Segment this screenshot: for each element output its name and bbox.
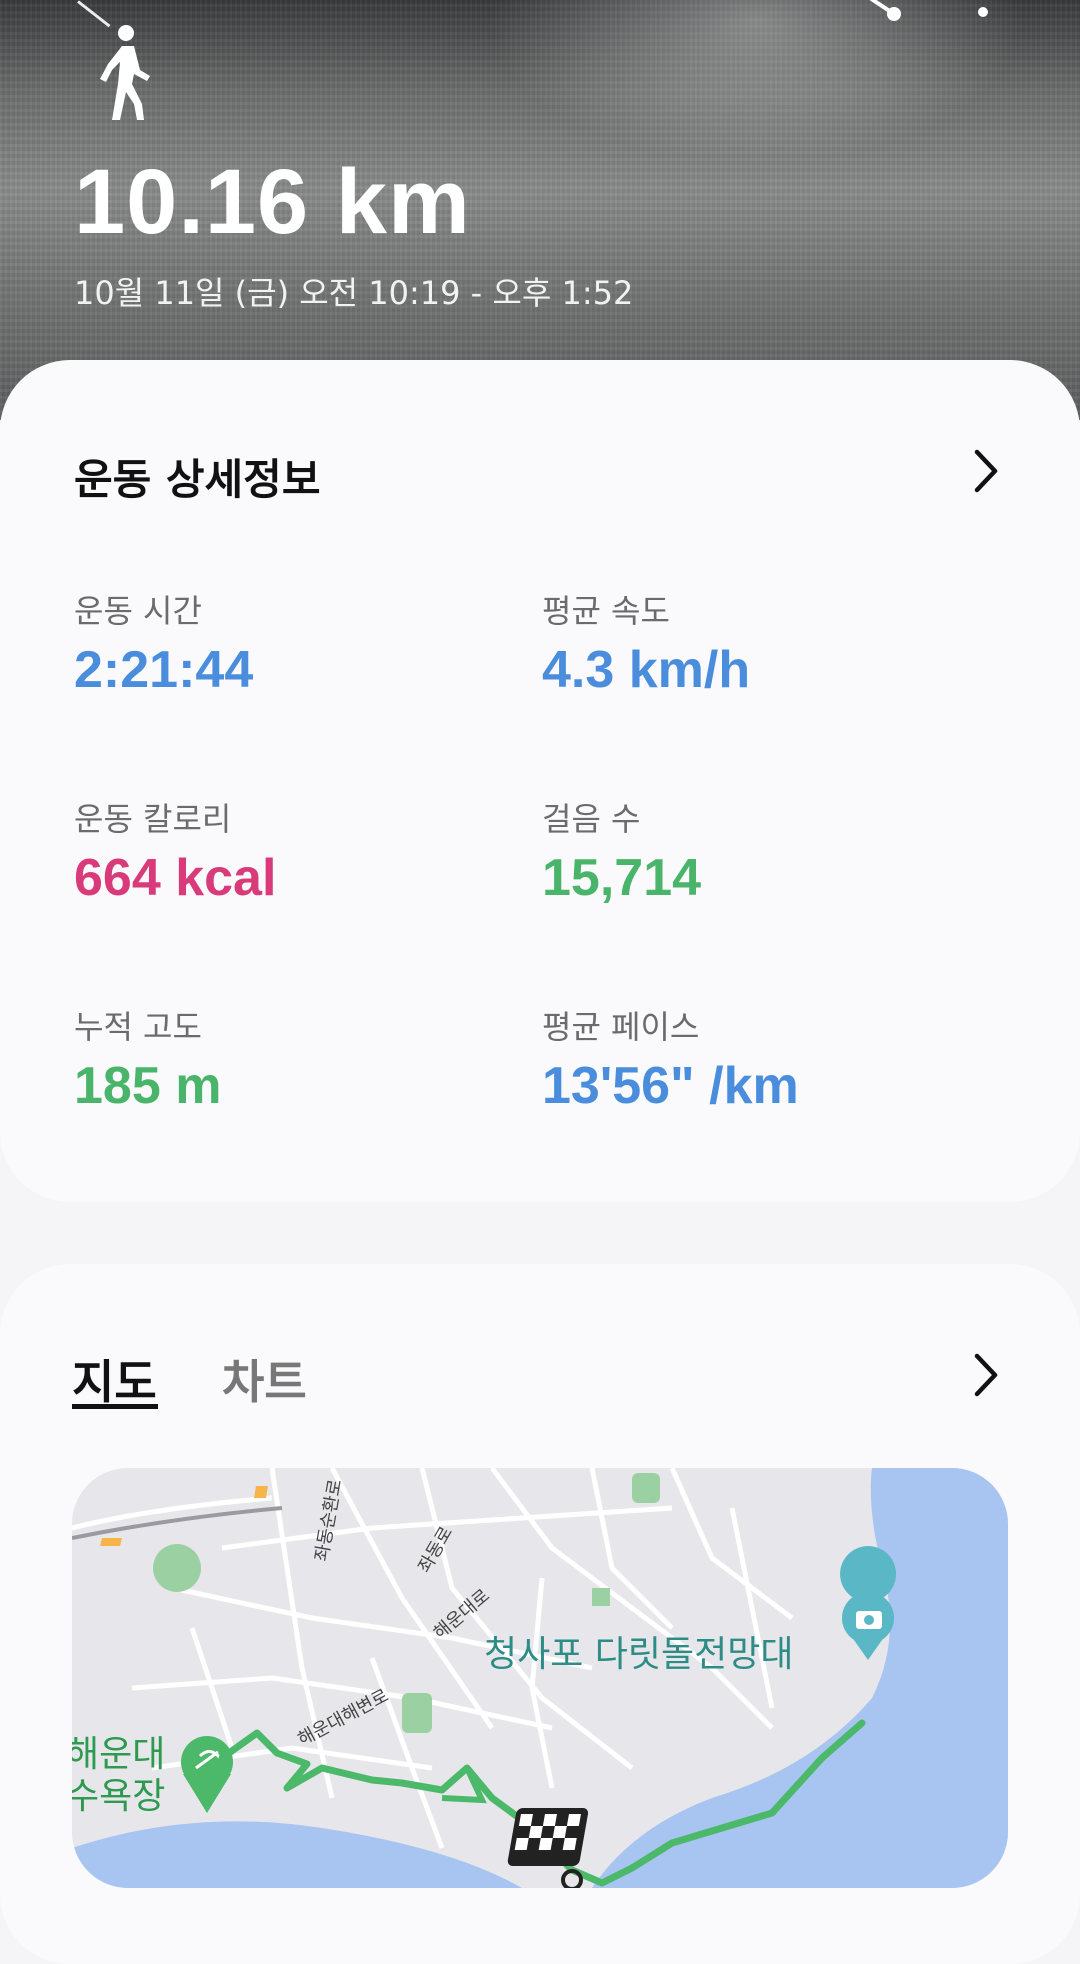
workout-date-range: 10월 11일 (금) 오전 10:19 - 오후 1:52: [74, 274, 634, 312]
stat-value-steps: 15,714: [542, 849, 702, 907]
stat-label-calories: 운동 칼로리: [74, 800, 232, 838]
workout-details-title[interactable]: 운동 상세정보: [74, 446, 320, 507]
stat-label-steps: 걸음 수: [542, 800, 641, 838]
route-map-graphic: 좌동순환로 좌동로 해운대로 해운대해변로 청사포 다릿돌전망대 해운대 수욕장: [72, 1468, 1008, 1888]
stat-value-duration: 2:21:44: [74, 641, 254, 699]
beach-label: 해운대: [72, 1734, 165, 1775]
stat-label-avg-pace: 평균 페이스: [542, 1008, 700, 1046]
workout-distance: 10.16 km: [74, 151, 471, 253]
stat-label-avg-speed: 평균 속도: [542, 592, 670, 630]
header-photo: 10.16 km 10월 11일 (금) 오전 10:19 - 오후 1:52: [0, 0, 1080, 420]
chevron-right-icon[interactable]: [971, 448, 1001, 494]
stat-value-avg-speed: 4.3 km/h: [542, 641, 751, 699]
beach-label: 수욕장: [72, 1776, 165, 1817]
tab-map[interactable]: 지도: [72, 1346, 157, 1412]
tab-chart[interactable]: 차트: [222, 1346, 307, 1412]
route-map[interactable]: 좌동순환로 좌동로 해운대로 해운대해변로 청사포 다릿돌전망대 해운대 수욕장: [72, 1468, 1008, 1888]
share-icon[interactable]: [850, 0, 910, 26]
more-options-icon[interactable]: [968, 0, 998, 24]
stat-label-elevation: 누적 고도: [74, 1008, 202, 1046]
stat-label-duration: 운동 시간: [74, 592, 202, 630]
chevron-right-icon[interactable]: [971, 1352, 1001, 1398]
stat-value-elevation: 185 m: [74, 1057, 222, 1115]
tab-map-indicator: [72, 1404, 158, 1409]
stat-value-calories: 664 kcal: [74, 849, 277, 907]
stat-value-avg-pace: 13'56" /km: [542, 1057, 799, 1115]
landmark-label: 청사포 다릿돌전망대: [484, 1634, 794, 1675]
walking-person-icon: [100, 25, 150, 120]
